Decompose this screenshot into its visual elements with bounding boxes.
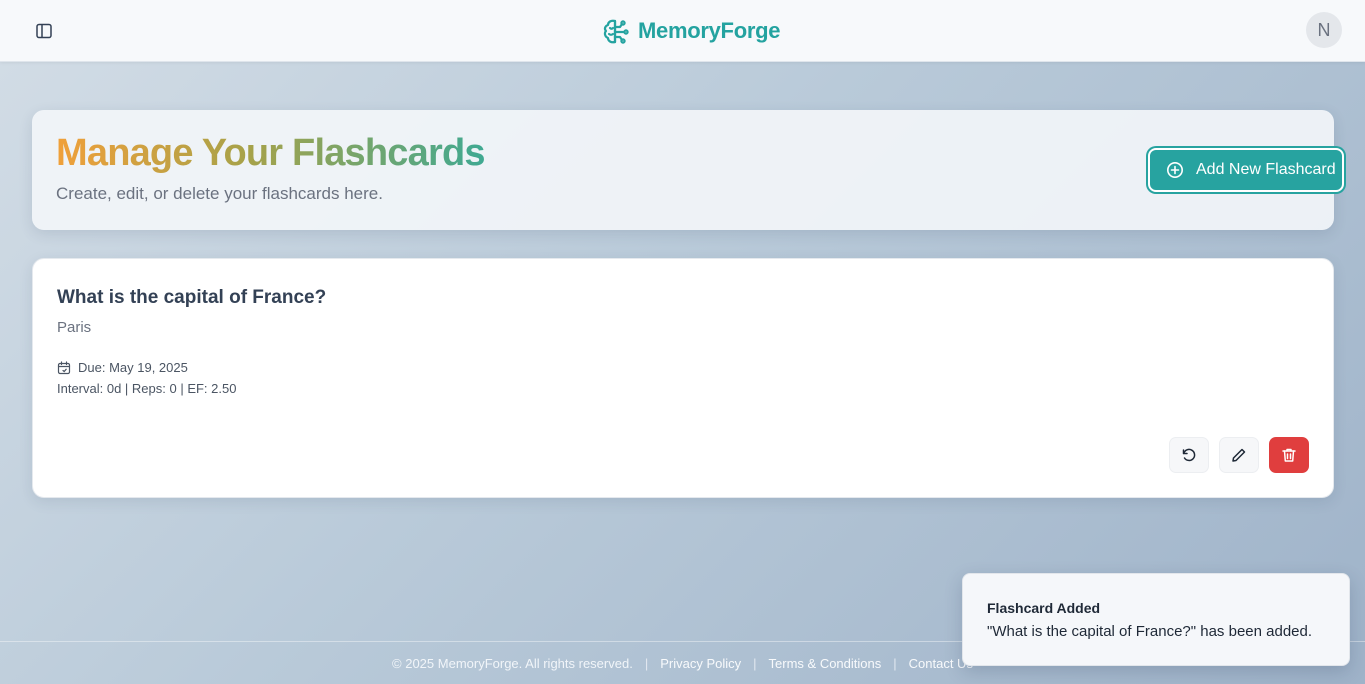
footer-separator: | <box>753 655 757 671</box>
user-avatar[interactable]: N <box>1306 12 1342 48</box>
app-header: MemoryForge N <box>0 0 1365 62</box>
footer-separator: | <box>644 655 649 671</box>
toast-message: "What is the capital of France?" has bee… <box>987 623 1313 640</box>
flashcard-answer: Paris <box>57 319 92 336</box>
page-subtitle: Create, edit, or delete your flashcards … <box>56 184 383 203</box>
add-flashcard-label: Add New Flashcard <box>1196 161 1336 178</box>
rotate-ccw-icon <box>1182 448 1196 462</box>
footer-copyright: © 2025 MemoryForge. All rights reserved. <box>392 655 633 671</box>
brand-name: MemoryForge <box>638 18 781 43</box>
flashcard-question: What is the capital of France? <box>57 287 327 308</box>
footer-separator: | <box>893 655 897 671</box>
flashcard-due-text: Due: May 19, 2025 <box>78 360 188 375</box>
flashcard-stats: Interval: 0d | Reps: 0 | EF: 2.50 <box>57 381 237 396</box>
flashcard-item: What is the capital of France? Paris Due… <box>32 258 1334 498</box>
page-title: Manage Your Flashcards <box>56 132 486 174</box>
reset-flashcard-button[interactable] <box>1169 437 1209 473</box>
flashcard-actions <box>1169 437 1309 473</box>
flashcard-due-date: Due: May 19, 2025 <box>57 360 188 375</box>
footer-terms-link[interactable]: Terms & Conditions <box>769 656 882 671</box>
trash-icon <box>1282 448 1296 462</box>
toast-title: Flashcard Added <box>987 600 1101 616</box>
sidebar-panel-icon <box>36 23 52 39</box>
toast-notification[interactable]: Flashcard Added "What is the capital of … <box>962 573 1350 666</box>
delete-flashcard-button[interactable] <box>1269 437 1309 473</box>
footer-privacy-link[interactable]: Privacy Policy <box>660 656 741 671</box>
calendar-icon <box>57 360 71 374</box>
page-hero: Manage Your Flashcards Create, edit, or … <box>32 110 1344 230</box>
brain-icon <box>603 19 629 44</box>
add-flashcard-button[interactable]: Add New Flashcard <box>1148 148 1344 192</box>
pencil-icon <box>1232 448 1246 462</box>
brand-logo[interactable]: MemoryForge <box>602 14 780 48</box>
sidebar-toggle-button[interactable] <box>30 17 58 45</box>
plus-circle-icon <box>1167 162 1183 178</box>
edit-flashcard-button[interactable] <box>1219 437 1259 473</box>
